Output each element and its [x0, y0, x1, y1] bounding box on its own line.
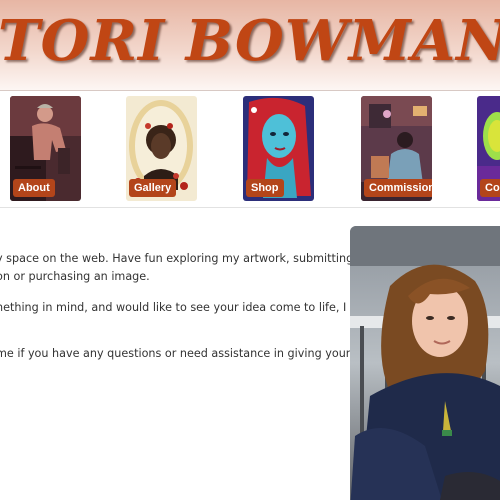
intro-text: y space on the web. Have fun exploring m… — [0, 250, 354, 362]
nav-item-co[interactable]: Co — [477, 96, 500, 201]
nav-label-about[interactable]: About — [13, 179, 55, 197]
intro-line: on or purchasing an image. — [0, 269, 150, 283]
main-nav: About Gallery Shop Commission Co — [0, 91, 500, 208]
nav-divider — [0, 207, 500, 208]
nav-label-gallery[interactable]: Gallery — [129, 179, 177, 197]
nav-label-shop[interactable]: Shop — [246, 179, 284, 197]
site-header: TORI BOWMAN — [0, 0, 500, 90]
intro-line: y space on the web. Have fun exploring m… — [0, 252, 354, 265]
nav-label-commission[interactable]: Commission — [364, 179, 432, 197]
nav-item-gallery[interactable]: Gallery — [126, 96, 197, 201]
intro-line: me if you have any questions or need ass… — [0, 346, 351, 360]
nav-item-about[interactable]: About — [10, 96, 81, 201]
artist-photo — [350, 226, 500, 500]
nav-item-commission[interactable]: Commission — [361, 96, 432, 201]
intro-line: nething in mind, and would like to see y… — [0, 301, 347, 314]
site-title[interactable]: TORI BOWMAN — [0, 6, 500, 76]
nav-label-co[interactable]: Co — [480, 179, 500, 197]
nav-item-shop[interactable]: Shop — [243, 96, 314, 201]
artist-portrait-image — [350, 226, 500, 500]
